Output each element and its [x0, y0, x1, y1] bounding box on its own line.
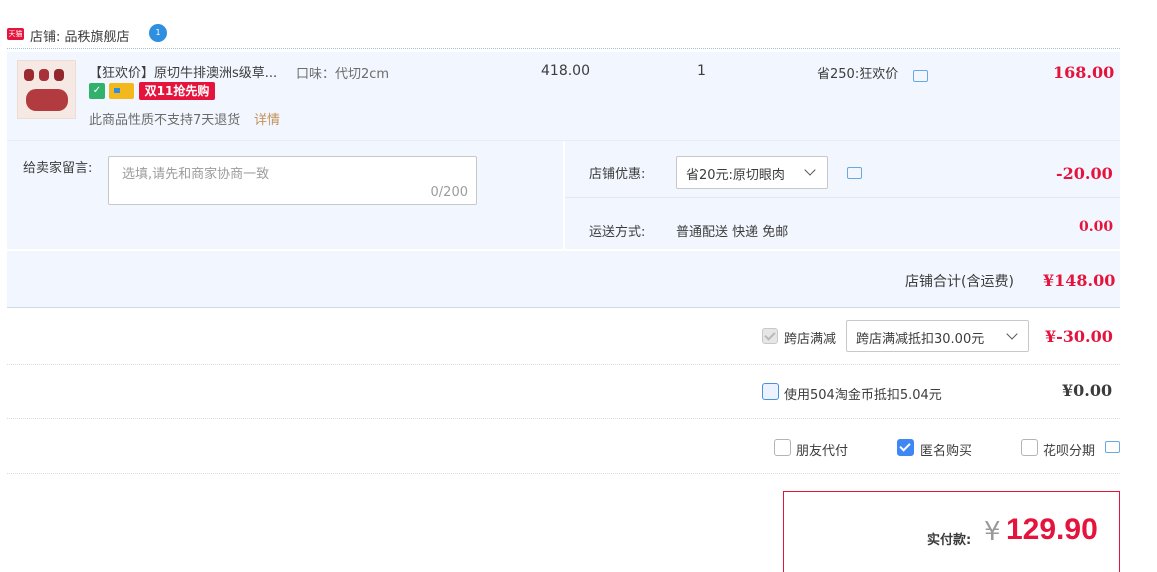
card-badge-icon — [109, 83, 134, 99]
item-discount-label: 省250:狂欢价 — [817, 67, 899, 82]
anonymous-label: 匿名购买 — [920, 444, 973, 459]
friend-pay-label: 朋友代付 — [796, 444, 849, 459]
seller-message-label: 给卖家留言: — [23, 161, 93, 176]
product-title[interactable]: 【狂欢价】原切牛排澳洲s级草... — [89, 62, 277, 81]
chevron-down-icon — [804, 164, 816, 176]
tmall-badge-icon: 天猫 — [7, 28, 24, 40]
divider — [7, 418, 1120, 420]
payment-total: 129.90 — [1006, 513, 1098, 546]
seller-message-count: 0/200 — [430, 185, 468, 200]
friend-pay-checkbox[interactable] — [774, 439, 791, 456]
shop-header: 天猫 店铺: 品秩旗舰店 1 — [7, 20, 1120, 49]
chevron-down-icon — [1006, 328, 1018, 340]
taojinbi-checkbox[interactable] — [762, 383, 779, 400]
return-policy-details-link[interactable]: 详情 — [254, 109, 280, 128]
shop-total-row: 店铺合计(含运费) ¥148.00 — [7, 251, 1120, 308]
seller-message-panel: 给卖家留言: 选填,请先和商家协商一致 0/200 — [7, 141, 563, 249]
shipping-label: 运送方式: — [589, 225, 646, 240]
cross-store-checkbox[interactable] — [762, 328, 778, 344]
shop-promo-panel: 店铺优惠: 省20元:原切眼肉 -20.00 运送方式: 普通配送 快递 免邮 … — [565, 141, 1120, 249]
cross-store-value: ¥-30.00 — [1045, 327, 1113, 346]
message-icon[interactable] — [1105, 441, 1120, 453]
divider — [7, 473, 1120, 475]
order-item-row: 【狂欢价】原切牛排澳洲s级草... 口味：代切2cm ✓ 双11抢先购 此商品性… — [7, 52, 1120, 141]
payment-summary: 实付款: ¥ 129.90 — [783, 491, 1120, 572]
payment-currency: ¥ — [984, 517, 1001, 547]
item-subtotal: 168.00 — [1053, 63, 1115, 82]
item-discount: 省250:狂欢价 — [817, 63, 898, 82]
seller-message-placeholder: 选填,请先和商家协商一致 — [122, 167, 270, 182]
cross-store-select[interactable]: 跨店满减抵扣30.00元 — [846, 320, 1029, 352]
cross-store-label: 跨店满减 — [784, 332, 837, 347]
shop-promo-selected: 省20元:原切眼肉 — [686, 168, 785, 183]
product-thumbnail[interactable] — [17, 60, 76, 119]
message-icon[interactable] — [913, 70, 928, 82]
shipping-fee: 0.00 — [1079, 219, 1114, 235]
shop-total-label: 店铺合计(含运费) — [905, 274, 1014, 290]
unit-price: 418.00 — [541, 63, 590, 79]
huabei-checkbox[interactable] — [1021, 439, 1038, 456]
return-policy-note: 此商品性质不支持7天退货 — [89, 113, 241, 128]
double11-badge: 双11抢先购 — [139, 82, 215, 100]
shop-name[interactable]: 店铺: 品秩旗舰店 — [30, 26, 130, 45]
shop-promo-value: -20.00 — [1056, 164, 1113, 183]
shop-promo-select[interactable]: 省20元:原切眼肉 — [676, 156, 828, 189]
payment-label: 实付款: — [927, 533, 972, 548]
huabei-label: 花呗分期 — [1043, 444, 1096, 459]
divider — [7, 364, 1120, 366]
chat-icon[interactable]: 1 — [149, 24, 167, 42]
cross-store-selected: 跨店满减抵扣30.00元 — [856, 332, 985, 347]
seller-message-input[interactable]: 选填,请先和商家协商一致 0/200 — [108, 156, 477, 205]
product-sku: 口味：代切2cm — [296, 67, 390, 82]
quantity: 1 — [697, 63, 706, 79]
shop-total-value: ¥148.00 — [1043, 271, 1116, 290]
taojinbi-value: ¥0.00 — [1062, 381, 1113, 400]
shop-promo-label: 店铺优惠: — [589, 167, 646, 182]
service-badge-icon: ✓ — [89, 83, 105, 99]
anonymous-checkbox[interactable] — [897, 439, 914, 456]
shipping-method: 普通配送 快递 免邮 — [676, 225, 789, 240]
taojinbi-label: 使用504淘金币抵扣5.04元 — [784, 388, 942, 403]
divider — [565, 197, 1120, 198]
message-icon[interactable] — [847, 167, 862, 179]
